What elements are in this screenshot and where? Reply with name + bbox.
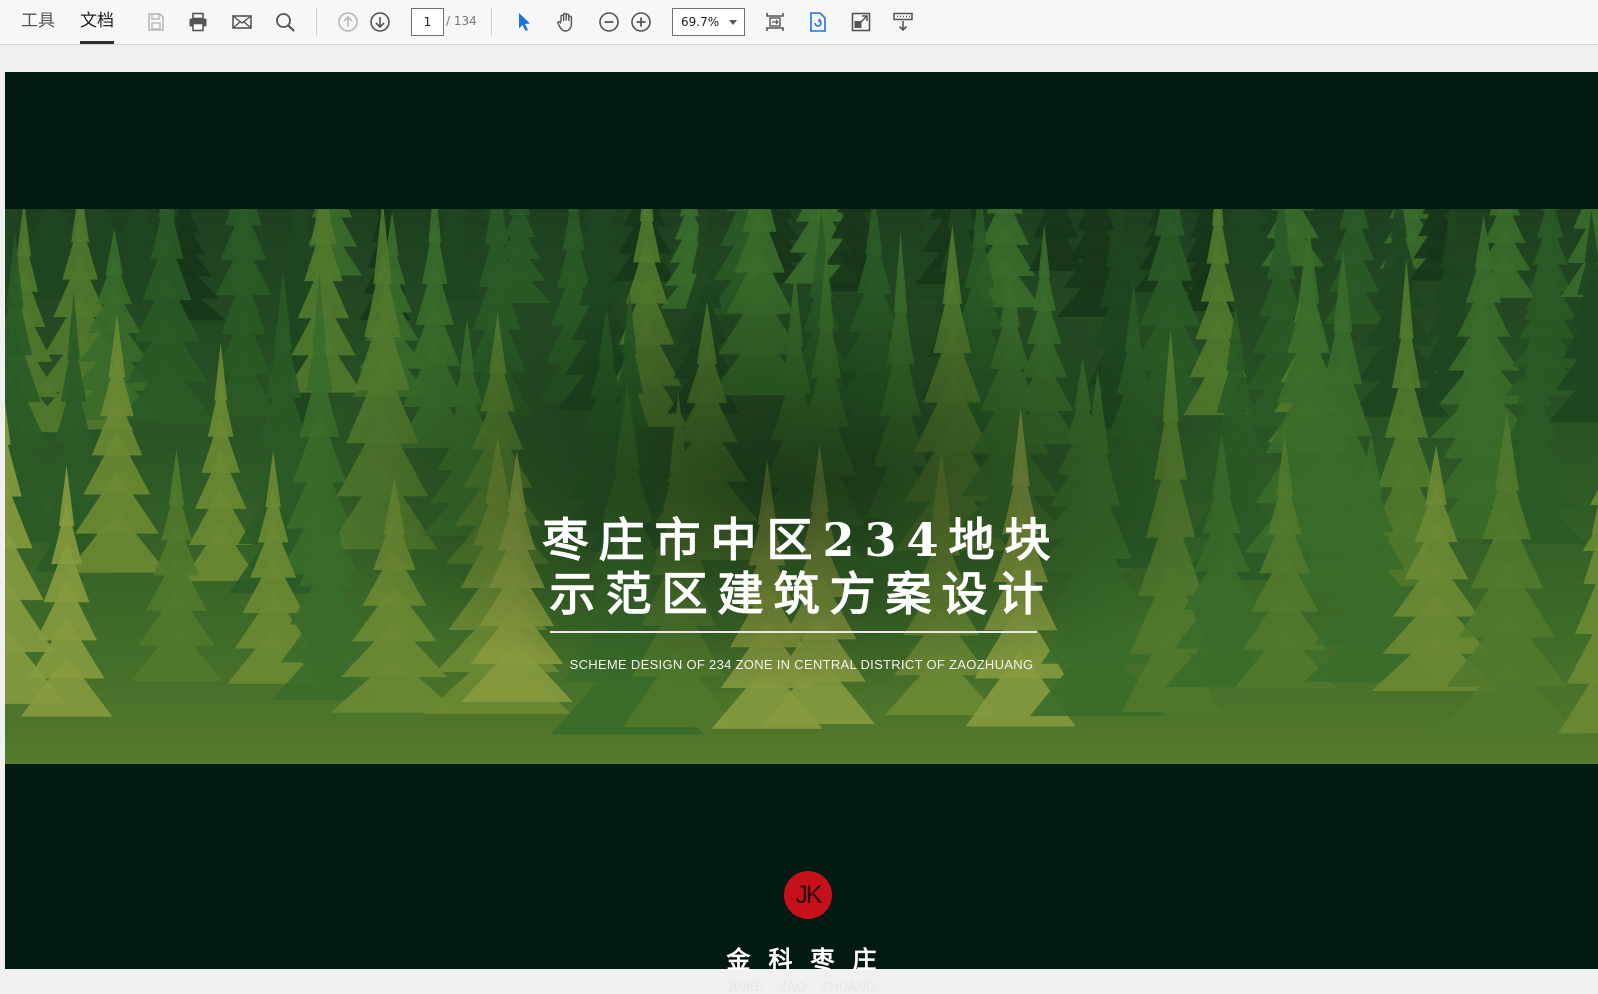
tab-tools[interactable]: 工具 [21,11,55,31]
active-tab-indicator [80,41,114,44]
brand-name-en: JINKE ZAO ZHUANG [5,979,1598,994]
page-total: / 134 [446,14,477,28]
full-screen-icon[interactable] [848,9,874,35]
pdf-page: 枣庄市中区234地块 示范区建筑方案设计 SCHEME DESIGN OF 23… [5,72,1598,969]
rotate-icon[interactable] [805,9,831,35]
select-pointer-icon[interactable] [511,9,537,35]
toolbar-separator [316,8,317,36]
title-line-2: 示范区建筑方案设计 [5,558,1598,624]
zoom-select[interactable]: 69.7% [672,8,745,36]
forest-photo [5,209,1598,764]
toolbar: 工具 文档 / 134 69.7% [0,0,1598,45]
read-mode-icon[interactable] [890,9,916,35]
toolbar-separator [491,8,492,36]
tab-document[interactable]: 文档 [80,11,114,31]
logo-text: JK [795,881,820,910]
document-viewport[interactable]: 枣庄市中区234地块 示范区建筑方案设计 SCHEME DESIGN OF 23… [0,46,1598,981]
chevron-down-icon [729,20,737,25]
title-shade [5,209,1598,764]
fit-page-icon[interactable] [762,9,788,35]
print-icon[interactable] [185,9,211,35]
page-up-icon[interactable] [335,9,361,35]
title-divider [550,631,1037,633]
zoom-value: 69.7% [681,15,719,29]
brand-name-cn: 金科枣庄 [5,940,1598,975]
zoom-out-icon[interactable] [596,9,622,35]
subtitle: SCHEME DESIGN OF 234 ZONE IN CENTRAL DIS… [5,657,1598,672]
zoom-in-icon[interactable] [628,9,654,35]
search-icon[interactable] [272,9,298,35]
tab-document-label: 文档 [80,11,114,31]
hand-tool-icon[interactable] [553,9,579,35]
jk-logo: JK [784,871,832,919]
page-down-icon[interactable] [367,9,393,35]
save-icon[interactable] [143,9,169,35]
page-number-input[interactable] [411,8,444,36]
mail-icon[interactable] [229,9,255,35]
